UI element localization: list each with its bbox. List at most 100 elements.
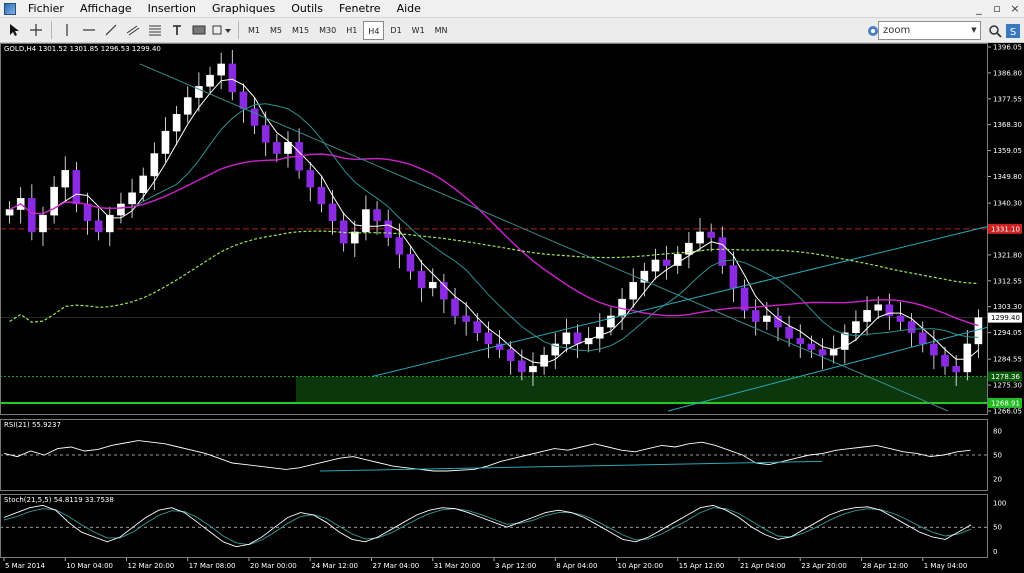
candle-body bbox=[462, 315, 470, 322]
horizontal-line-icon[interactable] bbox=[79, 20, 99, 41]
candle-body bbox=[907, 321, 916, 333]
search-input[interactable]: zoom ▼ bbox=[878, 21, 981, 40]
candle-body bbox=[306, 170, 315, 188]
candle-body bbox=[128, 192, 136, 205]
restore-button[interactable]: ▫ bbox=[990, 2, 1004, 16]
candle-body bbox=[785, 326, 793, 339]
candle-body bbox=[506, 349, 515, 361]
rsi-axis-label: 20 bbox=[993, 476, 1002, 484]
label-icon[interactable] bbox=[189, 20, 209, 41]
menu-fenetre[interactable]: Fenetre bbox=[331, 0, 389, 18]
candle-body bbox=[406, 254, 415, 272]
candle-body bbox=[217, 63, 225, 76]
candle-body bbox=[963, 343, 972, 373]
price-tag-label: 1331.10 bbox=[991, 225, 1020, 233]
candle-body bbox=[328, 203, 337, 221]
app-icon[interactable] bbox=[4, 2, 16, 15]
candle-body bbox=[317, 186, 326, 205]
timeframe-mn[interactable]: MN bbox=[431, 21, 452, 40]
time-axis-label: 1 May 04:00 bbox=[924, 562, 968, 570]
menu-insertion[interactable]: Insertion bbox=[140, 0, 204, 18]
price-axis-label: 1294.05 bbox=[993, 329, 1022, 337]
timeframe-w1[interactable]: W1 bbox=[408, 21, 429, 40]
toolbar-separator bbox=[238, 21, 239, 39]
main-price-pane bbox=[0, 49, 989, 412]
time-axis-label: 12 Mar 20:00 bbox=[128, 562, 175, 570]
rsi-axis-label: 80 bbox=[993, 428, 1002, 436]
menu-fichier[interactable]: Fichier bbox=[20, 0, 72, 18]
stoch-header: Stoch(21,5,5) 54.8119 33.7538 bbox=[4, 496, 114, 504]
candle-body bbox=[451, 298, 459, 317]
candle-body bbox=[818, 349, 827, 356]
minimize-button[interactable]: _ bbox=[972, 2, 986, 16]
crosshair-icon[interactable] bbox=[26, 20, 46, 41]
candle-body bbox=[874, 304, 883, 311]
rsi-header: RSI(21) 55.9237 bbox=[4, 421, 61, 429]
candle-body bbox=[952, 366, 960, 373]
vertical-line-icon[interactable] bbox=[57, 20, 77, 41]
price-axis-label: 1275.30 bbox=[993, 382, 1022, 390]
candle-body bbox=[852, 321, 860, 333]
timeframe-m15[interactable]: M15 bbox=[288, 21, 313, 40]
fibonacci-icon[interactable] bbox=[145, 20, 165, 41]
text-icon[interactable] bbox=[167, 20, 187, 41]
candle-body bbox=[139, 175, 148, 193]
price-axis-label: 1321.80 bbox=[993, 251, 1022, 259]
toolbar: M1 M5 M15 M30 H1 H4 D1 W1 MN zoom ▼ S bbox=[0, 18, 1024, 43]
main-header: GOLD,H4 1301.52 1301.85 1296.53 1299.40 bbox=[4, 45, 161, 53]
timeframe-m30[interactable]: M30 bbox=[315, 21, 340, 40]
trendline-icon[interactable] bbox=[101, 20, 121, 41]
chart-area[interactable]: 1396.05 1386.80 1377.55 1368.30 1359.05 1349.… bbox=[0, 43, 1024, 573]
time-axis-label: 10 Apr 20:00 bbox=[618, 562, 664, 570]
price-axis-label: 1303.30 bbox=[993, 303, 1022, 311]
price-axis-label: 1386.80 bbox=[993, 69, 1022, 77]
timeframe-d1[interactable]: D1 bbox=[386, 21, 405, 40]
chevron-down-icon[interactable]: ▼ bbox=[968, 22, 980, 39]
candle-body bbox=[373, 209, 381, 221]
candle-body bbox=[50, 186, 58, 216]
candle-body bbox=[896, 315, 905, 322]
menu-outils[interactable]: Outils bbox=[283, 0, 331, 18]
cursor-icon[interactable] bbox=[4, 20, 24, 41]
price-tag-label: 1268.91 bbox=[991, 399, 1020, 407]
price-tag-label: 1299.40 bbox=[991, 314, 1020, 322]
stoch-pane bbox=[0, 504, 988, 548]
shapes-icon[interactable] bbox=[211, 20, 233, 41]
chart-canvas[interactable]: 1396.05 1386.80 1377.55 1368.30 1359.05 1349.… bbox=[0, 43, 1024, 573]
svg-text:S: S bbox=[1010, 27, 1016, 38]
candle-body bbox=[930, 343, 938, 356]
timeframe-h4[interactable]: H4 bbox=[363, 20, 385, 40]
ma-mid-line bbox=[9, 103, 979, 352]
menu-affichage[interactable]: Affichage bbox=[72, 0, 140, 18]
menu-graphiques[interactable]: Graphiques bbox=[204, 0, 283, 18]
time-axis-label: 15 Apr 12:00 bbox=[679, 562, 725, 570]
menu-bar: Fichier Affichage Insertion Graphiques O… bbox=[0, 0, 1024, 18]
timeframe-m5[interactable]: M5 bbox=[266, 21, 286, 40]
channel-icon[interactable] bbox=[123, 20, 143, 41]
price-axis-label: 1359.05 bbox=[993, 147, 1022, 155]
search-icon[interactable] bbox=[985, 20, 1005, 41]
price-axis-label: 1396.05 bbox=[993, 44, 1022, 52]
price-axis-label: 1349.80 bbox=[993, 173, 1022, 181]
menu-aide[interactable]: Aide bbox=[389, 0, 429, 18]
price-tag-label: 1278.36 bbox=[991, 373, 1020, 381]
price-axis-label: 1266.05 bbox=[993, 408, 1022, 416]
stoch-axis-label: 100 bbox=[993, 499, 1006, 507]
time-axis-label: 20 Mar 00:00 bbox=[250, 562, 297, 570]
candle-body bbox=[573, 332, 582, 345]
price-axis-label: 1368.30 bbox=[993, 121, 1022, 129]
candle-body bbox=[261, 125, 270, 143]
close-button[interactable]: × bbox=[1008, 2, 1022, 16]
candle-body bbox=[350, 231, 359, 244]
candle-body bbox=[150, 153, 159, 177]
toolbar-separator bbox=[51, 21, 52, 39]
candle-body bbox=[228, 63, 237, 93]
rsi-pane bbox=[0, 440, 988, 472]
support-zone bbox=[296, 376, 988, 403]
candle-body bbox=[763, 315, 771, 322]
timeframe-h1[interactable]: H1 bbox=[342, 21, 361, 40]
candle-body bbox=[941, 354, 949, 367]
timeframe-m1[interactable]: M1 bbox=[244, 21, 264, 40]
signals-icon[interactable]: S bbox=[1003, 20, 1023, 41]
candle-body bbox=[417, 270, 426, 289]
